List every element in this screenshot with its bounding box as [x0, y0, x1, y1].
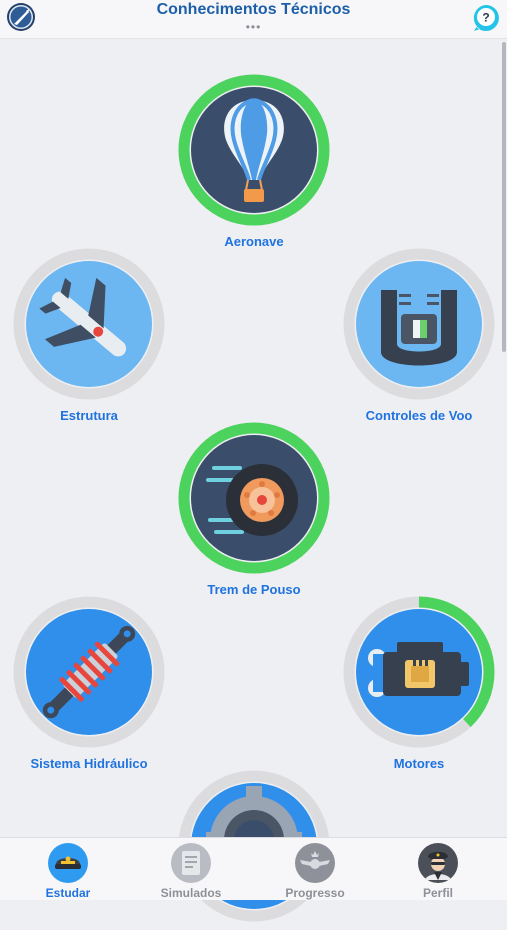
topic-motores[interactable]: Motores	[329, 596, 507, 771]
top-bar: Conhecimentos Técnicos ••• ?	[0, 0, 507, 39]
topic-progress-ring	[178, 74, 330, 226]
help-button[interactable]: ?	[471, 3, 501, 33]
exam-sheet-icon	[171, 843, 211, 883]
tab-label: Estudar	[45, 886, 91, 900]
tab-label: Progresso	[285, 886, 345, 900]
tab-estudar[interactable]: Estudar	[8, 842, 128, 900]
topic-estrutura[interactable]: Estrutura	[0, 248, 179, 423]
topic-controles-de-voo[interactable]: Controles de Voo	[329, 248, 507, 423]
topic-progress-ring	[178, 422, 330, 574]
page-title: Conhecimentos Técnicos	[156, 1, 351, 18]
tab-simulados[interactable]: Simulados	[131, 842, 251, 900]
topic-label: Trem de Pouso	[207, 582, 301, 597]
topic-progress-ring	[343, 596, 495, 748]
topic-aeronave[interactable]: Aeronave	[164, 74, 344, 249]
topic-sistema-hidraulico[interactable]: Sistema Hidráulico	[0, 596, 179, 771]
topic-progress-ring	[343, 248, 495, 400]
wings-badge-icon	[295, 843, 335, 883]
topic-label: Estrutura	[60, 408, 118, 423]
help-glyph: ?	[482, 11, 489, 25]
more-options-button[interactable]: •••	[0, 20, 507, 34]
pilot-hat-icon	[48, 843, 88, 883]
help-icon: ?	[473, 5, 499, 31]
topic-trem-de-pouso[interactable]: Trem de Pouso	[164, 422, 344, 597]
topic-label: Motores	[393, 756, 445, 771]
topic-label: Sistema Hidráulico	[30, 756, 148, 771]
tab-perfil[interactable]: Perfil	[378, 842, 498, 900]
topic-progress-ring	[13, 596, 165, 748]
tab-label: Perfil	[422, 886, 453, 900]
bottom-tab-bar: Estudar Simulados Progresso Perfil	[0, 837, 507, 900]
tab-progresso[interactable]: Progresso	[255, 842, 375, 900]
topic-progress-ring	[13, 248, 165, 400]
pilot-avatar-icon	[418, 843, 458, 883]
topic-label: Controles de Voo	[365, 408, 473, 423]
tab-label: Simulados	[160, 886, 222, 900]
topic-label: Aeronave	[224, 234, 284, 249]
